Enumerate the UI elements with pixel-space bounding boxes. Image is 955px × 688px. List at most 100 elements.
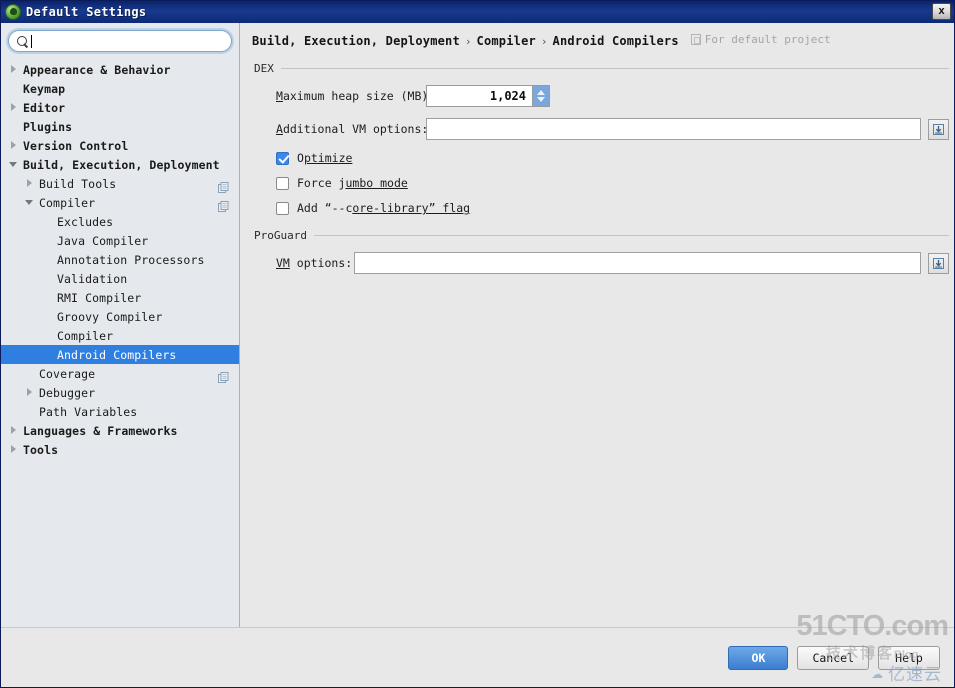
sidebar-item-label: Path Variables [39,404,138,419]
chevron-right-icon[interactable] [25,178,36,189]
search-box[interactable] [8,30,232,52]
close-icon[interactable]: x [932,3,951,20]
sidebar-item-path-variables[interactable]: Path Variables [1,402,239,421]
sidebar-item-java-compiler[interactable]: Java Compiler [1,231,239,250]
caret-up-icon[interactable] [537,90,545,95]
settings-sidebar: Appearance & Behavior Keymap Editor Plugins… [1,23,240,627]
sidebar-item-label: Java Compiler [57,233,149,248]
android-studio-icon [5,4,21,20]
max-heap-size-input[interactable] [427,86,532,106]
copy-settings-icon[interactable] [218,178,229,193]
sidebar-item-editor[interactable]: Editor [1,98,239,117]
sidebar-item-label: Build Tools [39,176,117,191]
sidebar-item-label: Editor [23,100,66,115]
sidebar-item-debugger[interactable]: Debugger [1,383,239,402]
cancel-button[interactable]: Cancel [797,645,869,670]
checkbox-row-force-jumbo-mode[interactable]: Force jumbo mode [254,176,949,190]
stepper-arrows[interactable] [532,86,549,106]
sidebar-item-build-tools[interactable]: Build Tools [1,174,239,193]
sidebar-item-label: Compiler [57,328,114,343]
title-bar: Default Settings x [1,1,954,23]
ok-button[interactable]: OK [728,645,789,670]
caret-down-icon[interactable] [537,97,545,102]
sidebar-item-compiler[interactable]: Compiler [1,326,239,345]
search-input[interactable] [33,34,223,48]
sidebar-item-label: Languages & Frameworks [23,423,178,438]
chevron-right-icon[interactable] [9,102,20,113]
sidebar-item-label: Compiler [39,195,96,210]
checkbox-force-jumbo-mode[interactable] [276,176,289,190]
breadcrumb-item[interactable]: Android Compilers [553,34,679,48]
dex-section-title: DEX [254,62,274,75]
sidebar-item-languages-frameworks[interactable]: Languages & Frameworks [1,421,239,440]
chevron-down-icon[interactable] [25,197,36,208]
search-container [1,23,239,58]
sidebar-item-version-control[interactable]: Version Control [1,136,239,155]
sidebar-item-groovy-compiler[interactable]: Groovy Compiler [1,307,239,326]
window-title: Default Settings [26,5,147,19]
sidebar-item-validation[interactable]: Validation [1,269,239,288]
chevron-right-icon[interactable] [9,444,20,455]
sidebar-item-android-compilers[interactable]: Android Compilers [1,345,239,364]
sidebar-item-label: Annotation Processors [57,252,205,267]
sidebar-item-label: Build, Execution, Deployment [23,157,220,172]
proguard-vm-options-input[interactable] [354,252,921,274]
sidebar-item-annotation-processors[interactable]: Annotation Processors [1,250,239,269]
sidebar-item-label: Keymap [23,81,66,96]
chevron-right-icon[interactable] [9,140,20,151]
sidebar-item-label: Debugger [39,385,96,400]
expand-field-icon[interactable] [928,252,949,274]
chevron-right-icon[interactable] [9,425,20,436]
breadcrumb-item[interactable]: Compiler [477,34,536,48]
checkbox-row-add-core-library-flag[interactable]: Add “--core-library” flag [254,201,949,215]
chevron-down-icon[interactable] [9,159,20,170]
help-button[interactable]: Help [878,645,940,670]
chevron-right-icon[interactable] [25,387,36,398]
sidebar-item-excludes[interactable]: Excludes [1,212,239,231]
additional-vm-options-label: Additional VM options: [276,122,429,136]
proguard-section-header: ProGuard [254,229,949,242]
breadcrumb-item[interactable]: Build, Execution, Deployment [252,34,460,48]
breadcrumb-separator: › [540,35,548,48]
sidebar-item-compiler[interactable]: Compiler [1,193,239,212]
sidebar-item-tools[interactable]: Tools [1,440,239,459]
sidebar-item-coverage[interactable]: Coverage [1,364,239,383]
sidebar-item-label: Plugins [23,119,73,134]
checkbox-row-optimize[interactable]: Optimize [254,151,949,165]
sidebar-item-label: Version Control [23,138,129,153]
proguard-section-title: ProGuard [254,229,307,242]
dialog-body: Appearance & Behavior Keymap Editor Plugins… [1,23,954,627]
dialog-footer: OK Cancel Help 51CTO.com 技术博客Blog ☁ 亿速云 [1,612,954,687]
copy-settings-icon[interactable] [218,368,229,383]
sidebar-item-appearance-behavior[interactable]: Appearance & Behavior [1,60,239,79]
sidebar-item-label: Groovy Compiler [57,309,163,324]
section-divider [280,68,949,69]
sidebar-item-label: Tools [23,442,59,457]
settings-tree[interactable]: Appearance & Behavior Keymap Editor Plugins… [1,58,239,627]
additional-vm-options-row: Additional VM options: [254,118,949,140]
section-divider [313,235,949,236]
expand-field-icon[interactable] [928,118,949,140]
sidebar-item-label: Validation [57,271,128,286]
breadcrumb: Build, Execution, Deployment › Compiler › An… [240,23,954,56]
sidebar-item-rmi-compiler[interactable]: RMI Compiler [1,288,239,307]
text-caret [31,35,32,48]
sidebar-item-build-execution-deployment[interactable]: Build, Execution, Deployment [1,155,239,174]
sidebar-item-plugins[interactable]: Plugins [1,117,239,136]
checkbox-optimize[interactable] [276,151,289,165]
checkbox-add-core-library-flag[interactable] [276,201,289,215]
additional-vm-options-input[interactable] [426,118,921,140]
sidebar-item-label: Android Compilers [57,347,177,362]
chevron-right-icon[interactable] [9,64,20,75]
max-heap-size-stepper[interactable] [426,85,550,107]
copy-settings-icon[interactable] [218,197,229,212]
sidebar-item-keymap[interactable]: Keymap [1,79,239,98]
